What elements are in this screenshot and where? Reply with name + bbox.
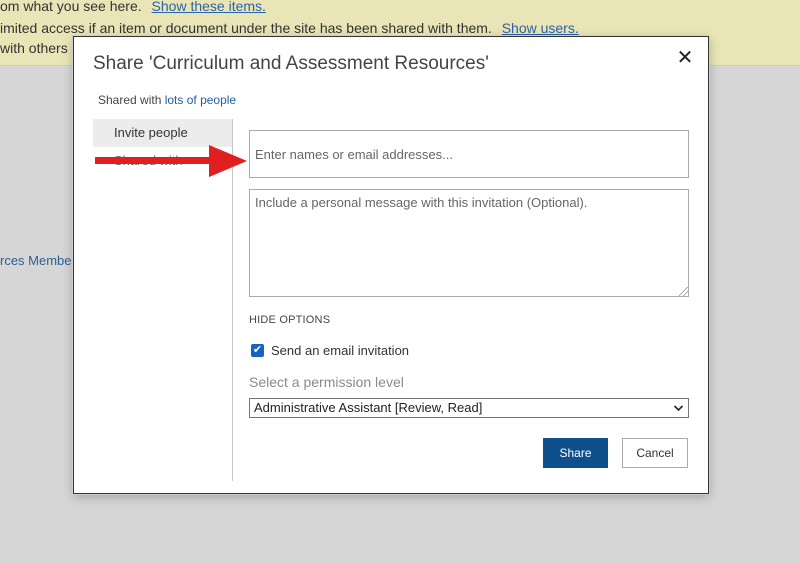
banner-text-1: om what you see here. (0, 0, 142, 14)
permission-level-select[interactable]: Administrative Assistant [Review, Read] (249, 398, 689, 418)
share-button[interactable]: Share (543, 438, 608, 468)
permission-selected-value: Administrative Assistant [Review, Read] (254, 400, 483, 415)
dialog-title: Share 'Curriculum and Assessment Resourc… (93, 53, 489, 74)
shared-with-summary: Shared with lots of people (98, 93, 236, 107)
red-arrow-annotation (95, 145, 247, 177)
share-dialog: Share 'Curriculum and Assessment Resourc… (73, 36, 709, 494)
checkmark-icon: ✔ (252, 344, 263, 356)
cancel-button[interactable]: Cancel (622, 438, 688, 468)
close-icon[interactable]: ✕ (674, 47, 696, 69)
shared-with-prefix: Shared with (98, 93, 162, 107)
show-users-link[interactable]: Show users. (502, 20, 579, 36)
lots-of-people-link[interactable]: lots of people (165, 93, 236, 107)
personal-message-input[interactable] (249, 189, 689, 297)
chevron-down-icon (673, 399, 684, 424)
names-input[interactable] (249, 130, 689, 178)
permission-level-label: Select a permission level (249, 374, 404, 390)
background-members-link[interactable]: rces Member (0, 253, 76, 268)
show-these-items-link[interactable]: Show these items. (152, 0, 266, 14)
send-email-checkbox[interactable]: ✔ (251, 344, 264, 357)
banner-text-3: with others (0, 40, 68, 56)
send-email-label: Send an email invitation (271, 343, 410, 358)
banner-line-2: imited access if an item or document und… (0, 20, 579, 36)
banner-text-2: imited access if an item or document und… (0, 20, 492, 36)
hide-options-link[interactable]: HIDE OPTIONS (249, 314, 330, 326)
banner-line-3: with others (0, 40, 68, 56)
nav-invite-people[interactable]: Invite people (93, 119, 233, 147)
banner-line-1: om what you see here. Show these items. (0, 0, 266, 14)
resize-handle-icon[interactable] (679, 287, 688, 296)
